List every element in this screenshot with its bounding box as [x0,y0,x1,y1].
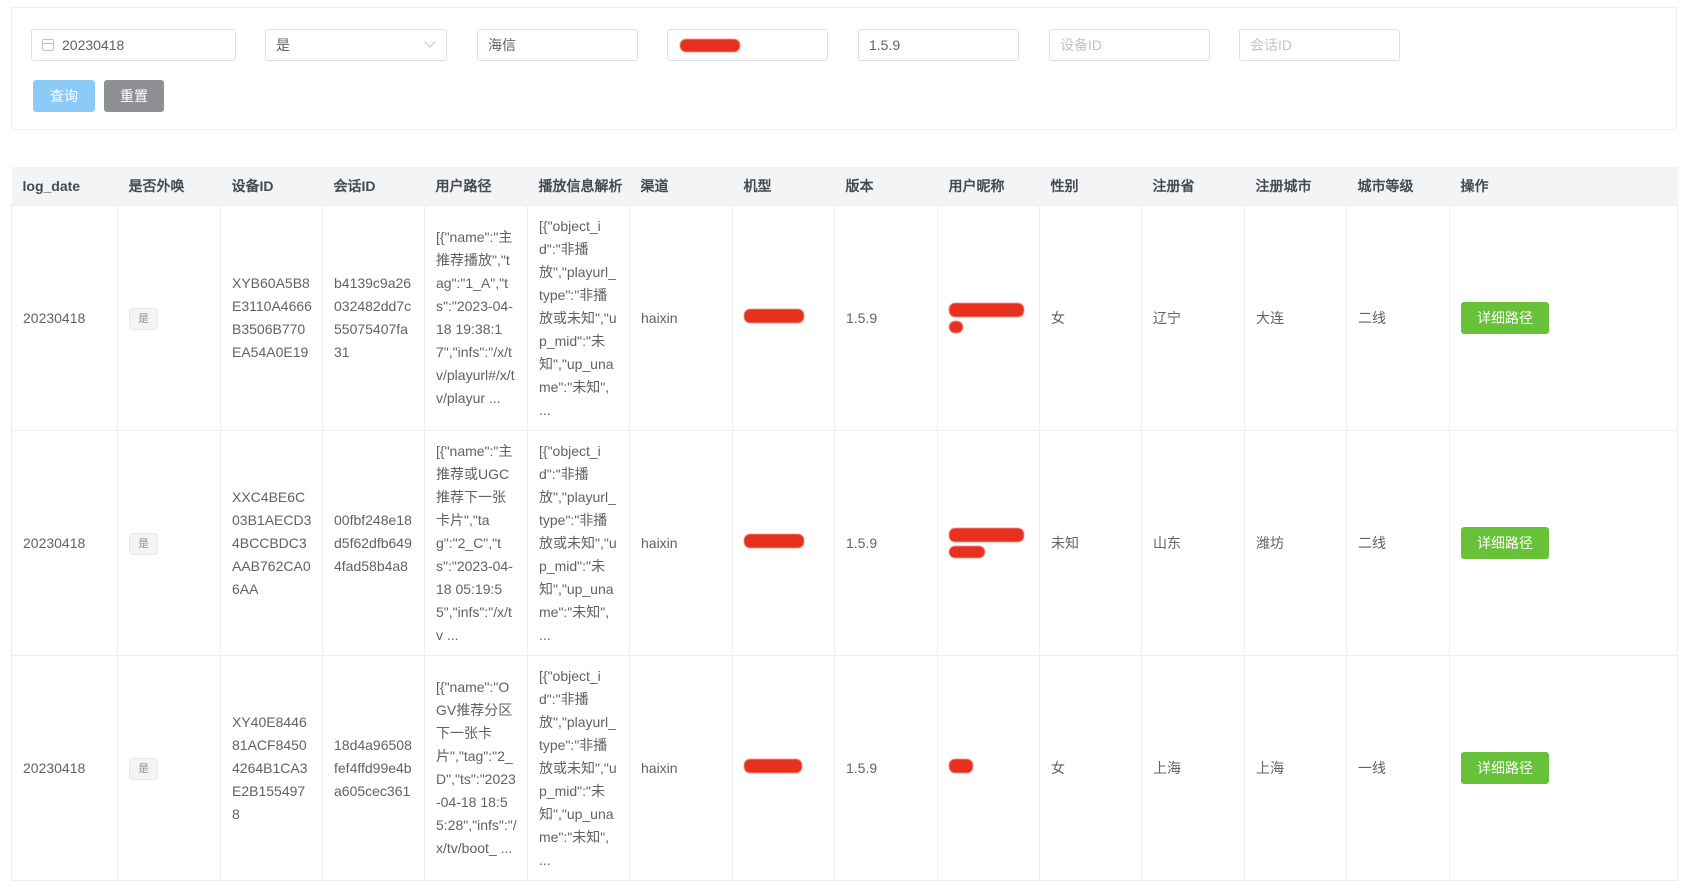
redacted-nickname [949,528,1024,542]
table-row: 20230418 是 XY40E844681ACF84504264B1CA3E2… [11,655,1678,881]
cell-device-id: XYB60A5B8E3110A4666B3506B770EA54A0E19 [220,205,323,431]
col-header-gender[interactable]: 性别 [1039,167,1142,206]
version-value: 1.5.9 [869,37,901,53]
redacted-model [744,308,804,323]
query-button[interactable]: 查询 [33,80,95,112]
external-select[interactable]: 是 [265,29,447,61]
cell-external: 是 [117,430,221,656]
cell-gender: 未知 [1039,430,1142,656]
cell-city: 潍坊 [1244,430,1347,656]
redacted-nickname [949,758,973,773]
cell-version: 1.5.9 [834,205,938,431]
cell-action: 详细路径 [1449,430,1678,656]
cell-play-info: [{"object_id":"非播放","playurl_type":"非播放或… [527,430,630,656]
cell-version: 1.5.9 [834,655,938,881]
cell-nickname [937,205,1040,431]
cell-session-id: 18d4a96508fef4ffd99e4ba605cec361 [322,655,425,881]
cell-external: 是 [117,205,221,431]
cell-city: 上海 [1244,655,1347,881]
col-header-version[interactable]: 版本 [834,167,938,206]
cell-session-id: 00fbf248e18d5f62dfb6494fad58b4a8 [322,430,425,656]
cell-action: 详细路径 [1449,655,1678,881]
cell-province: 上海 [1141,655,1245,881]
date-value: 20230418 [62,37,125,53]
cell-log-date: 20230418 [11,205,118,431]
detail-path-button[interactable]: 详细路径 [1461,527,1549,559]
col-header-province[interactable]: 注册省 [1141,167,1245,206]
external-tag: 是 [129,308,158,330]
cell-province: 山东 [1141,430,1245,656]
table-row: 20230418 是 XYB60A5B8E3110A4666B3506B770E… [11,205,1678,431]
col-header-action: 操作 [1449,167,1678,206]
col-header-city-level[interactable]: 城市等级 [1346,167,1450,206]
cell-model [732,430,835,656]
col-header-play-info[interactable]: 播放信息解析 [527,167,630,206]
cell-version: 1.5.9 [834,430,938,656]
reset-button[interactable]: 重置 [104,80,164,112]
session-id-placeholder: 会话ID [1250,37,1292,53]
cell-device-id: XXC4BE6C03B1AECD34BCCBDC3AAB762CA06AA [220,430,323,656]
cell-log-date: 20230418 [11,430,118,656]
channel-value: 海信 [488,37,516,53]
table-row: 20230418 是 XXC4BE6C03B1AECD34BCCBDC3AAB7… [11,430,1678,656]
col-header-city[interactable]: 注册城市 [1244,167,1347,206]
col-header-user-path[interactable]: 用户路径 [424,167,528,206]
redacted-nickname [949,303,1024,317]
detail-path-button[interactable]: 详细路径 [1461,752,1549,784]
cell-city: 大连 [1244,205,1347,431]
detail-path-button[interactable]: 详细路径 [1461,302,1549,334]
cell-gender: 女 [1039,655,1142,881]
cell-device-id: XY40E844681ACF84504264B1CA3E2B1554978 [220,655,323,881]
filter-panel: 20230418 是 海信 1.5.9 设备ID 会话ID 查询 重置 [11,7,1677,130]
cell-play-info: [{"object_id":"非播放","playurl_type":"非播放或… [527,205,630,431]
cell-channel: haixin [629,205,733,431]
cell-model [732,205,835,431]
cell-user-path: [{"name":"主推荐或UGC推荐下一张卡片","tag":"2_C","t… [424,430,528,656]
device-id-placeholder: 设备ID [1060,37,1102,53]
redacted-nickname-line2 [949,321,963,333]
chevron-down-icon [424,36,436,48]
session-id-input[interactable]: 会话ID [1239,29,1400,61]
redacted-model-value [680,38,740,52]
col-header-channel[interactable]: 渠道 [629,167,733,206]
model-input[interactable] [667,29,828,61]
external-tag: 是 [129,758,158,780]
cell-city-level: 二线 [1346,205,1450,431]
col-header-session-id[interactable]: 会话ID [322,167,425,206]
date-picker[interactable]: 20230418 [31,29,236,61]
col-header-device-id[interactable]: 设备ID [220,167,323,206]
redacted-model [744,758,802,773]
cell-nickname [937,430,1040,656]
channel-input[interactable]: 海信 [477,29,638,61]
cell-play-info: [{"object_id":"非播放","playurl_type":"非播放或… [527,655,630,881]
cell-session-id: b4139c9a26032482dd7c55075407fa31 [322,205,425,431]
cell-city-level: 二线 [1346,430,1450,656]
cell-action: 详细路径 [1449,205,1678,431]
version-input[interactable]: 1.5.9 [858,29,1019,61]
col-header-model[interactable]: 机型 [732,167,835,206]
cell-gender: 女 [1039,205,1142,431]
cell-log-date: 20230418 [11,655,118,881]
cell-user-path: [{"name":"主推荐播放","tag":"1_A","ts":"2023-… [424,205,528,431]
external-tag: 是 [129,533,158,555]
cell-nickname [937,655,1040,881]
cell-external: 是 [117,655,221,881]
device-id-input[interactable]: 设备ID [1049,29,1210,61]
external-select-value: 是 [276,37,290,53]
results-table: log_date 是否外唤 设备ID 会话ID 用户路径 播放信息解析 渠道 机… [11,167,1678,881]
cell-province: 辽宁 [1141,205,1245,431]
cell-channel: haixin [629,430,733,656]
table-header-row: log_date 是否外唤 设备ID 会话ID 用户路径 播放信息解析 渠道 机… [11,167,1678,206]
col-header-nickname[interactable]: 用户昵称 [937,167,1040,206]
cell-channel: haixin [629,655,733,881]
col-header-external[interactable]: 是否外唤 [117,167,221,206]
calendar-icon [42,39,54,51]
redacted-model [744,533,804,548]
redacted-nickname-line2 [949,546,985,558]
cell-user-path: [{"name":"OGV推荐分区下一张卡片","tag":"2_D","ts"… [424,655,528,881]
cell-city-level: 一线 [1346,655,1450,881]
col-header-log-date[interactable]: log_date [11,167,118,206]
cell-model [732,655,835,881]
